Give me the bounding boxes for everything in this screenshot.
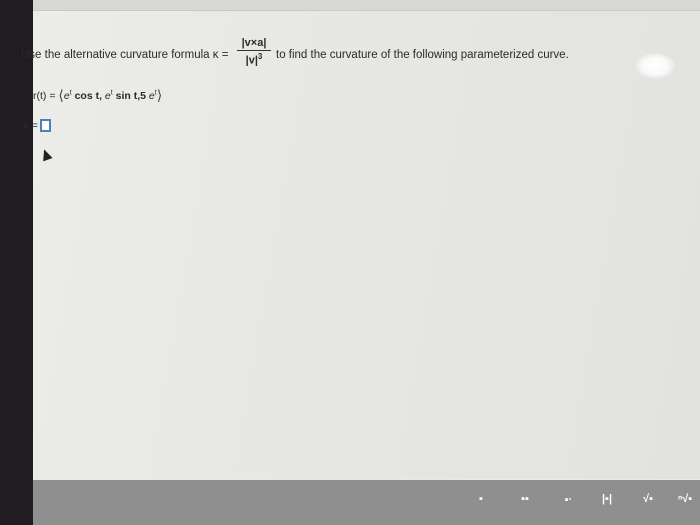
component-1: cos t, bbox=[71, 90, 105, 102]
fraction-icon[interactable]: ▪ bbox=[470, 488, 492, 510]
close-bracket: ⟩ bbox=[156, 87, 163, 103]
instruction-lead: Use the alternative curvature formula κ … bbox=[21, 49, 229, 61]
mouse-cursor-icon bbox=[39, 147, 53, 162]
answer-label: κ = bbox=[23, 119, 38, 132]
square-root-icon[interactable]: √▪ bbox=[637, 488, 659, 510]
answer-row: κ = bbox=[23, 119, 51, 132]
nth-root-icon[interactable]: ⁿ√▪ bbox=[674, 488, 696, 510]
formula-numerator: |v×a| bbox=[241, 37, 267, 49]
fraction-bar bbox=[237, 50, 271, 51]
curvature-formula: |v×a| |v|3 bbox=[237, 37, 271, 67]
curve-lhs: r(t) = bbox=[33, 90, 56, 102]
absolute-value-icon[interactable]: |▪| bbox=[596, 488, 618, 510]
exponent-icon[interactable]: ▪ᐧ bbox=[557, 488, 579, 510]
instruction: Use the alternative curvature formula κ … bbox=[21, 35, 681, 79]
component-2: sin t,5 bbox=[112, 90, 149, 102]
question-panel: Use the alternative curvature formula κ … bbox=[21, 11, 700, 479]
top-strip bbox=[33, 0, 700, 11]
instruction-tail: to find the curvature of the following p… bbox=[276, 49, 569, 61]
screen-glare bbox=[635, 53, 675, 79]
curve-definition: r(t) = ⟨et cos t, et sin t,5 et⟩ bbox=[33, 87, 163, 103]
mixed-fraction-icon[interactable]: ▪▪ bbox=[514, 488, 536, 510]
answer-input[interactable] bbox=[39, 119, 51, 132]
formula-denominator: |v|3 bbox=[245, 52, 263, 67]
